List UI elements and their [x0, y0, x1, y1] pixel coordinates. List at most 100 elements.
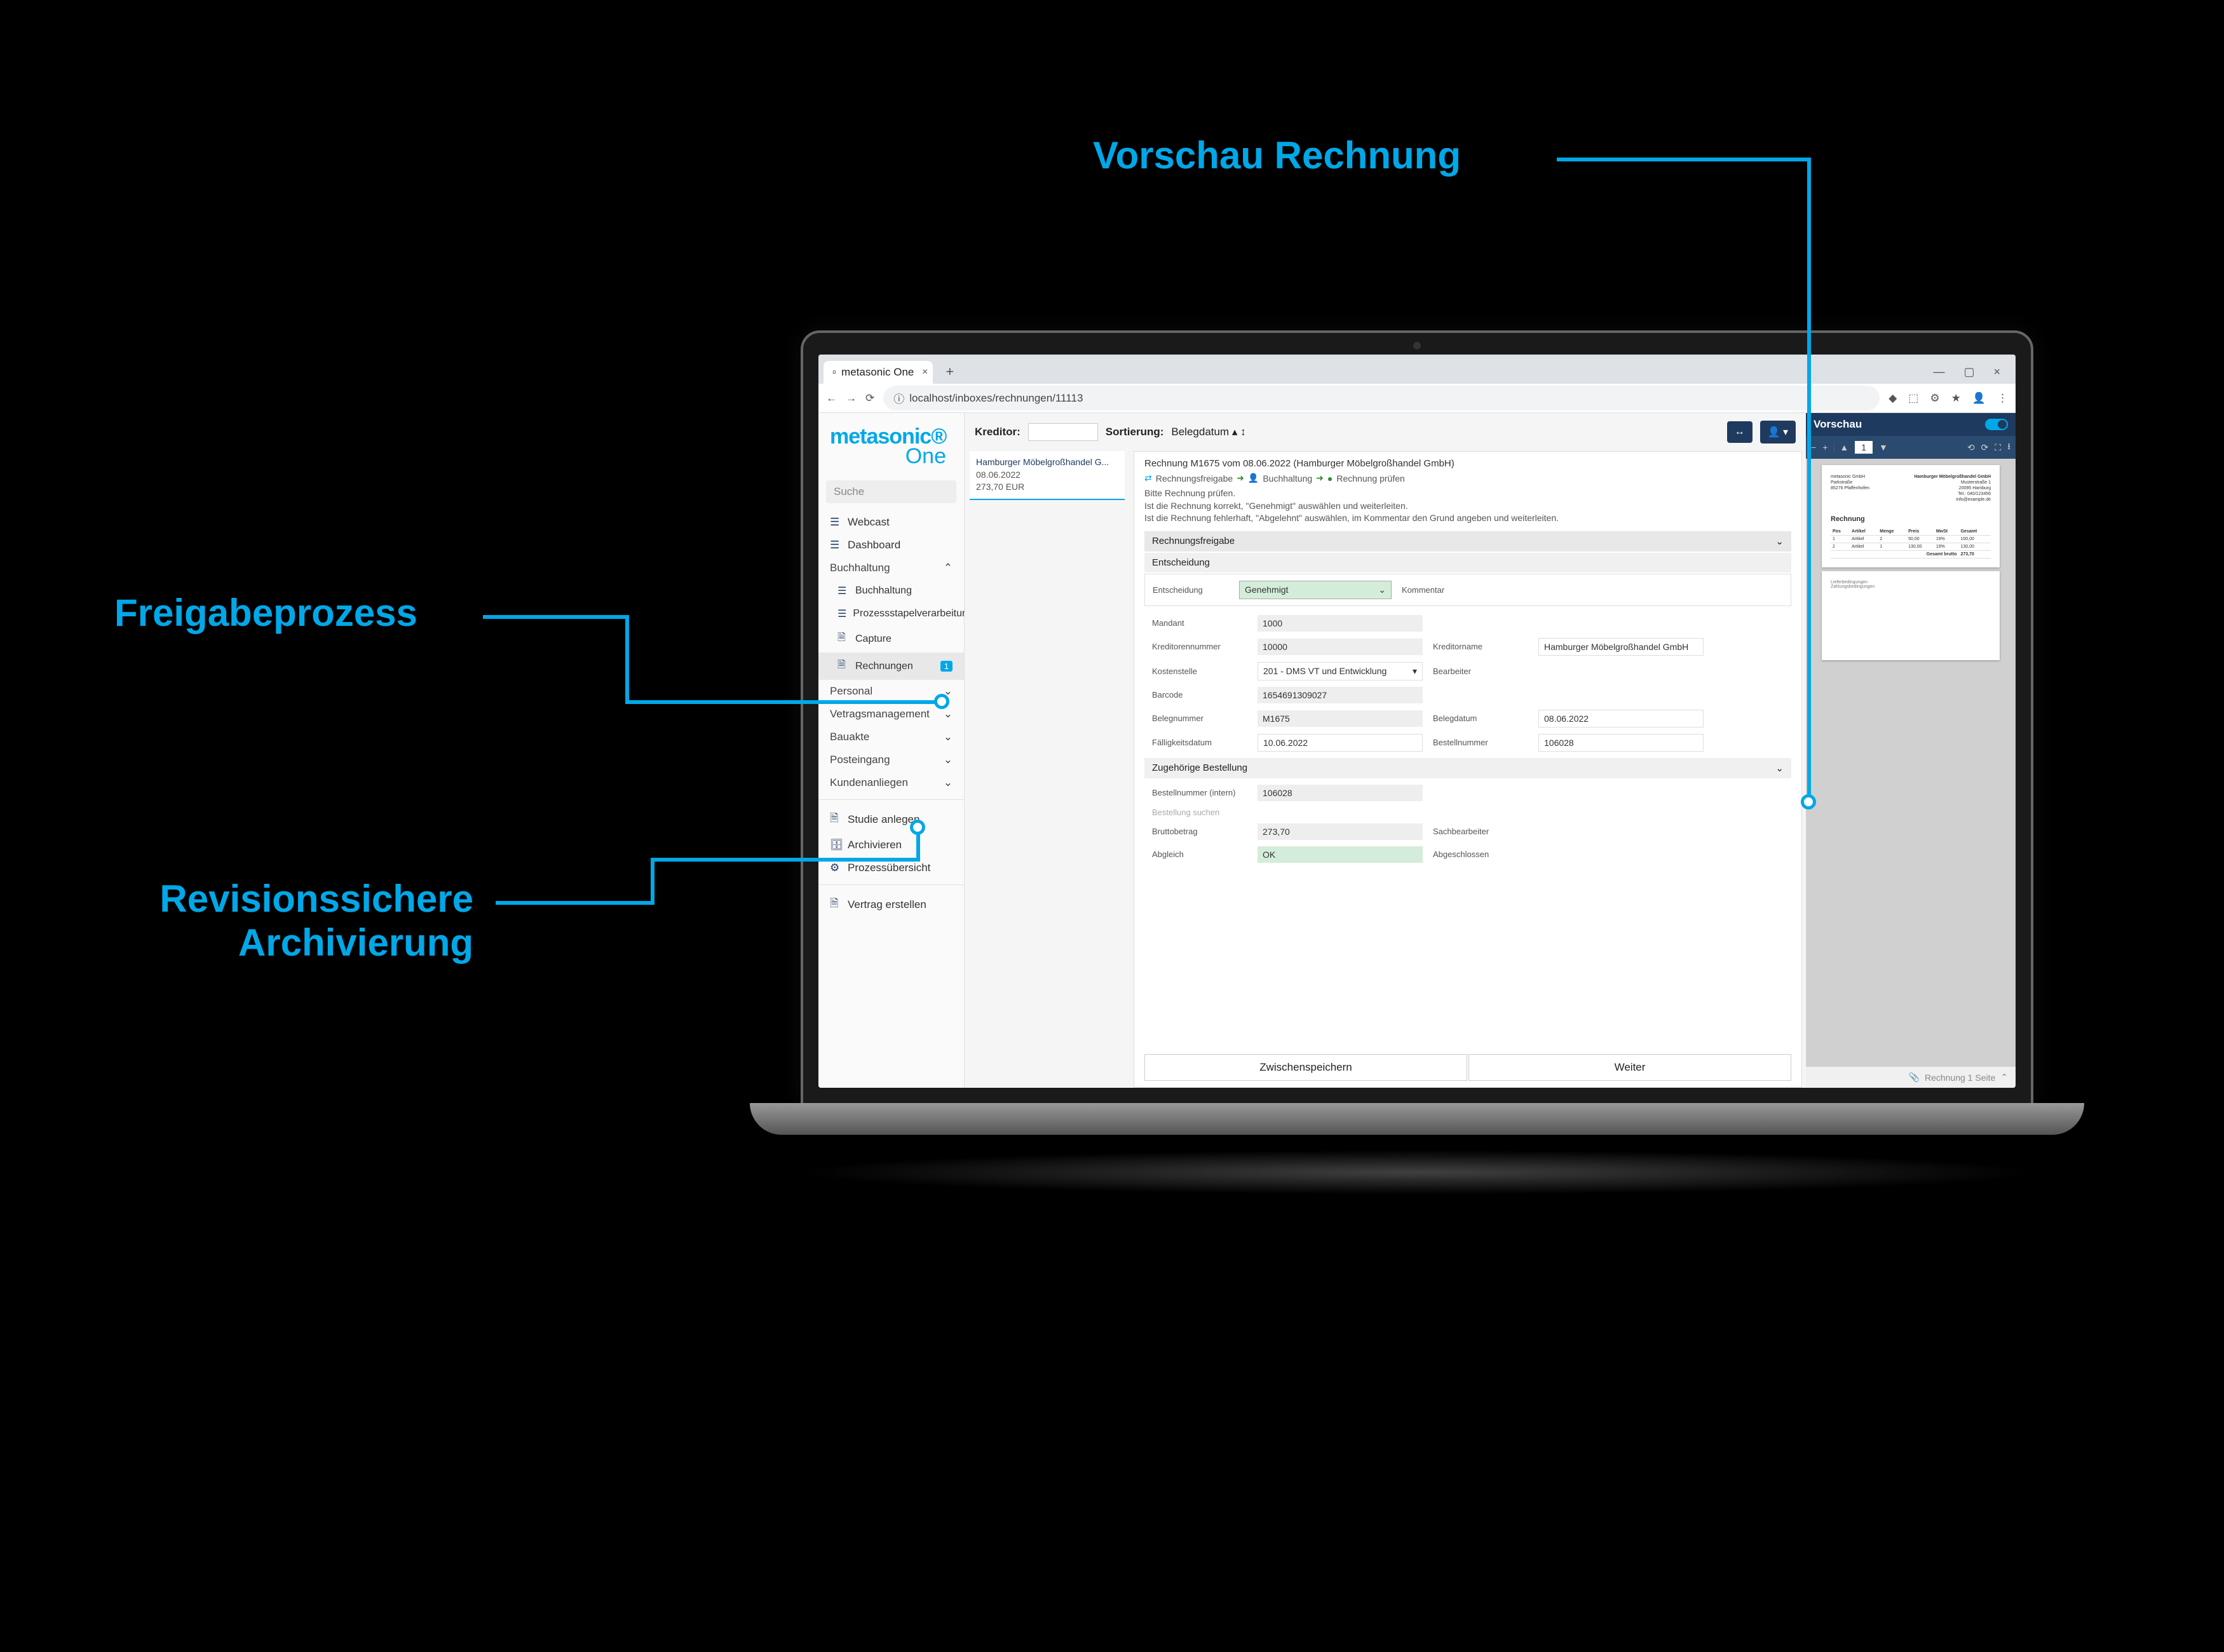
- browser-tab[interactable]: ▫ metasonic One ×: [824, 361, 933, 384]
- filter-toolbar: Kreditor: Sortierung: Belegdatum ▴ ↕ ↔ 👤…: [965, 413, 1806, 451]
- sidebar-item-dashboard[interactable]: ☰Dashboard: [818, 534, 964, 557]
- list-item-amount: 273,70 EUR: [976, 481, 1118, 494]
- download-icon[interactable]: ⭳: [2007, 440, 2010, 455]
- kommentar-label: Kommentar: [1402, 585, 1478, 595]
- zoom-out-icon[interactable]: −: [1811, 442, 1816, 452]
- sidebar-item-studie[interactable]: 🗎Studie anlegen: [818, 805, 964, 834]
- entscheidung-select[interactable]: Genehmigt⌄: [1239, 581, 1392, 599]
- section-bestellung[interactable]: Zugehörige Bestellung⌄: [1144, 758, 1791, 778]
- workflow-icon: ⇄: [1144, 473, 1152, 484]
- sidebar-group-buchhaltung[interactable]: Buchhaltung⌃: [818, 557, 964, 579]
- faelligkeit-value[interactable]: 10.06.2022: [1258, 734, 1423, 752]
- sidebar-item-prozessstapel[interactable]: ☰Prozessstapelverarbeitung: [818, 602, 964, 625]
- doc-page-2: LieferbedingungenZahlungsbedingungen: [1822, 571, 2000, 660]
- list-item[interactable]: Hamburger Möbelgroßhandel G... 08.06.202…: [970, 451, 1125, 500]
- ext-icon[interactable]: ★: [1951, 392, 1961, 405]
- belegdatum-value: 08.06.2022: [1538, 710, 1704, 728]
- sidebar-item-capture[interactable]: 🗎Capture: [818, 625, 964, 653]
- sidebar-group-posteingang[interactable]: Posteingang⌄: [818, 748, 964, 771]
- bestellnummer-label: Bestellnummer: [1433, 738, 1528, 747]
- anno-line: [651, 858, 654, 905]
- sidebar-group-bauakte[interactable]: Bauakte⌄: [818, 726, 964, 748]
- user-icon: 👤: [1248, 473, 1259, 484]
- rotate-icon[interactable]: ⟲: [1967, 442, 1975, 453]
- preview-toggle[interactable]: [1985, 419, 2008, 430]
- url-input[interactable]: ⓘ localhost/inboxes/rechnungen/11113: [883, 386, 1880, 410]
- rotate-icon[interactable]: ⟳: [1981, 442, 1989, 453]
- document-icon: 🗎: [837, 658, 849, 675]
- sidebar-item-webcast[interactable]: ☰Webcast: [818, 511, 964, 534]
- chevron-down-icon: ⌄: [1775, 762, 1784, 774]
- doc-page-1: metasonic GmbHParkstraße85276 Pfaffenhof…: [1822, 465, 2000, 567]
- search-input[interactable]: Suche: [826, 480, 956, 503]
- annotation-preview: Vorschau Rechnung: [1093, 133, 1461, 177]
- sidebar-item-vertrag-erstellen[interactable]: 🗎Vertrag erstellen: [818, 890, 964, 919]
- bearbeiter-label: Bearbeiter: [1433, 667, 1528, 676]
- sidebar-item-archivieren[interactable]: 🗄Archivieren: [818, 834, 964, 856]
- kreditornummer-value: 10000: [1258, 639, 1423, 655]
- faelligkeit-label: Fälligkeitsdatum: [1152, 738, 1247, 747]
- screen: ▫ metasonic One × + — ▢ × ← → ⟳ ⓘ localh…: [818, 355, 2016, 1088]
- ext-icon[interactable]: 👤: [1972, 392, 1986, 405]
- toolbar-button-1[interactable]: ↔: [1727, 421, 1753, 443]
- sidebar: metasonic® One Suche ☰Webcast ☰Dashboard…: [818, 413, 965, 1088]
- document-viewer[interactable]: metasonic GmbHParkstraße85276 Pfaffenhof…: [1806, 459, 2016, 1067]
- document-icon: 🗎: [830, 895, 841, 914]
- sortierung-label: Sortierung:: [1106, 426, 1164, 438]
- save-button[interactable]: Zwischenspeichern: [1144, 1054, 1467, 1081]
- reload-icon[interactable]: ⟳: [865, 392, 874, 405]
- pin-icon[interactable]: 📌: [1801, 457, 1802, 476]
- mandant-value: 1000: [1258, 615, 1423, 632]
- belegnummer-value: M1675: [1258, 710, 1423, 727]
- bestellnummer-value: 106028: [1538, 734, 1704, 752]
- document-icon: 🗎: [830, 810, 841, 829]
- window-controls: — ▢ ×: [1933, 365, 2010, 379]
- maximize-icon[interactable]: ▢: [1963, 365, 1974, 379]
- minimize-icon[interactable]: —: [1933, 365, 1944, 379]
- chevron-up-icon[interactable]: ⌃: [2000, 1072, 2008, 1083]
- sortierung-value[interactable]: Belegdatum ▴ ↕: [1171, 426, 1245, 438]
- page-up-icon[interactable]: ▲: [1834, 442, 1848, 452]
- circle-icon: ●: [1327, 473, 1332, 484]
- detail-title: Rechnung M1675 vom 08.06.2022 (Hamburger…: [1144, 458, 1791, 469]
- anno-line: [625, 615, 629, 704]
- kreditorname-value: Hamburger Möbelgroßhandel GmbH: [1538, 638, 1704, 656]
- forward-icon[interactable]: →: [846, 392, 857, 405]
- attachment-icon: 📎: [1909, 1072, 1920, 1083]
- ext-icon[interactable]: ⚙: [1930, 392, 1939, 405]
- browser-extension-icons: ◆ ⬚ ⚙ ★ 👤 ⋮: [1888, 392, 2008, 405]
- chevron-down-icon: ⌄: [1378, 585, 1386, 595]
- kostenstelle-select[interactable]: 201 - DMS VT und Entwicklung▾: [1258, 662, 1423, 680]
- ext-icon[interactable]: ⬚: [1908, 392, 1918, 405]
- new-tab-button[interactable]: +: [939, 360, 960, 384]
- menu-icon[interactable]: ⋮: [1997, 392, 2008, 405]
- preview-panel: Vorschau − + ▲ 1 ▼ ⟲ ⟳ ⛶ ⭳: [1806, 413, 2016, 1088]
- ext-icon[interactable]: ◆: [1888, 392, 1897, 405]
- fullscreen-icon[interactable]: ⛶: [1995, 442, 2001, 453]
- back-icon[interactable]: ←: [826, 392, 837, 405]
- kreditor-input[interactable]: [1028, 423, 1098, 441]
- browser-tabs: ▫ metasonic One × + — ▢ ×: [818, 355, 2016, 384]
- doc-line-items: PosArtikelMengePreisMwStGesamt 1Artikel2…: [1831, 528, 1991, 559]
- sidebar-item-rechnungen[interactable]: 🗎Rechnungen1: [818, 653, 964, 680]
- toolbar-button-user[interactable]: 👤 ▾: [1760, 421, 1796, 443]
- preview-header: Vorschau: [1806, 413, 2016, 436]
- divider: [818, 884, 964, 885]
- bestellung-suchen-link[interactable]: Bestellung suchen: [1152, 808, 1247, 817]
- tab-favicon: ▫: [832, 366, 836, 379]
- annotation-archive: Revisionssichere Archivierung: [54, 877, 473, 965]
- close-window-icon[interactable]: ×: [1993, 365, 2000, 379]
- section-freigabe[interactable]: Rechnungsfreigabe⌄: [1144, 531, 1791, 552]
- entscheidung-label: Entscheidung: [1153, 585, 1229, 595]
- page-down-icon[interactable]: ▼: [1879, 442, 1888, 452]
- continue-button[interactable]: Weiter: [1468, 1054, 1791, 1081]
- sidebar-group-kunden[interactable]: Kundenanliegen⌄: [818, 771, 964, 794]
- barcode-value: 1654691309027: [1258, 687, 1423, 703]
- close-icon[interactable]: ×: [922, 367, 928, 378]
- sidebar-item-buchhaltung[interactable]: ☰Buchhaltung: [818, 579, 964, 602]
- doc-footer-text: LieferbedingungenZahlungsbedingungen: [1831, 580, 1991, 589]
- zoom-in-icon[interactable]: +: [1822, 442, 1827, 452]
- bestellnr-intern-label: Bestellnummer (intern): [1152, 788, 1247, 797]
- preview-title: Vorschau: [1814, 418, 1862, 431]
- page-indicator: 1: [1855, 441, 1873, 454]
